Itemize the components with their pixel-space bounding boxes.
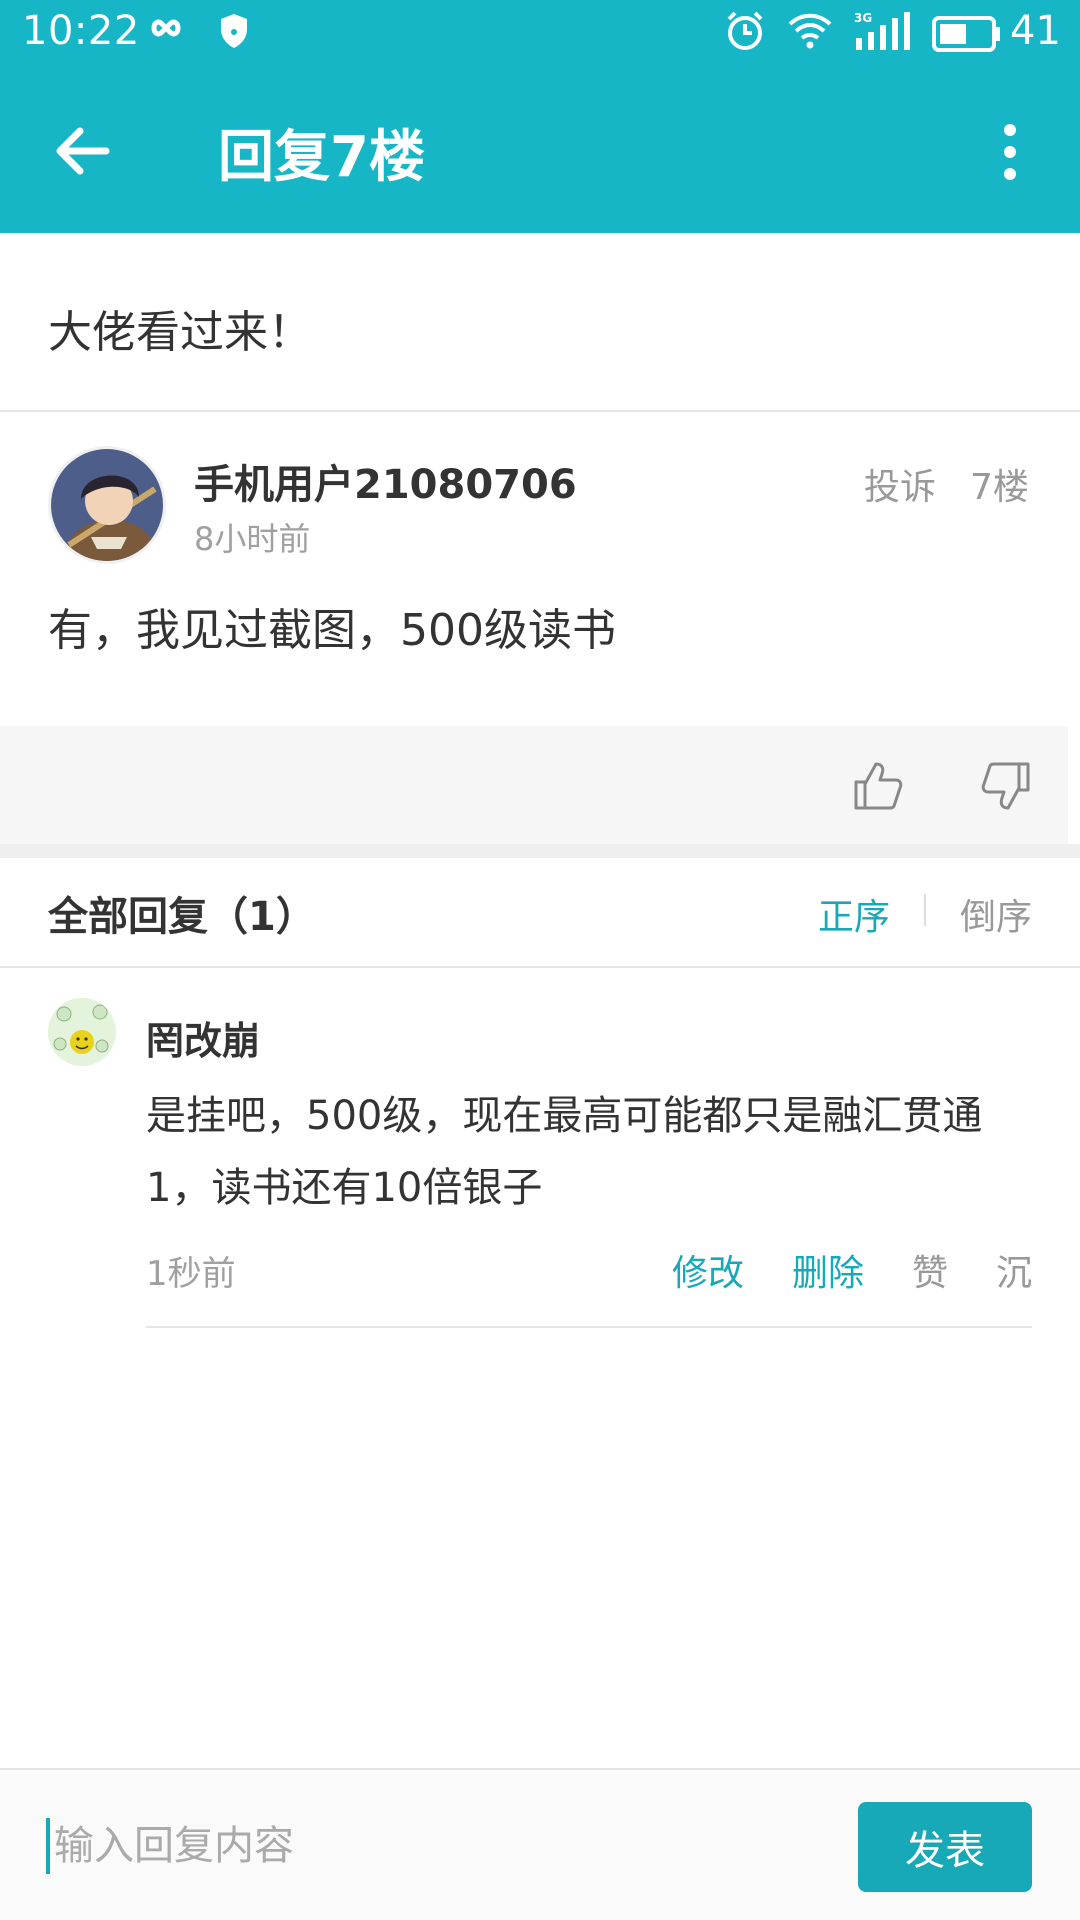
reply-input-bar: 发表 <box>0 1768 1080 1920</box>
app-bar: 回复7楼 <box>0 66 1080 233</box>
post-author-name[interactable]: 手机用户21080706 <box>194 452 577 510</box>
status-bar: 10:22 3G 41 <box>0 0 1080 66</box>
battery-icon <box>932 16 1002 56</box>
reply-sink-button[interactable]: 沉 <box>996 1244 1032 1296</box>
svg-text:3G: 3G <box>854 11 872 25</box>
post-action-bar <box>0 726 1068 844</box>
thumbs-up-icon <box>854 762 903 810</box>
alarm-icon <box>724 10 766 56</box>
send-button[interactable]: 发表 <box>858 1802 1032 1892</box>
arrow-left-icon <box>56 127 110 175</box>
status-time: 10:22 <box>22 8 140 54</box>
like-button[interactable] <box>852 760 904 816</box>
wifi-icon <box>786 12 834 54</box>
more-vertical-icon <box>1004 124 1016 180</box>
infinity-icon <box>146 12 196 48</box>
edit-button[interactable]: 修改 <box>672 1244 744 1296</box>
floor-number: 7楼 <box>970 467 1029 508</box>
sort-separator <box>924 894 926 926</box>
post-time: 8小时前 <box>194 520 311 558</box>
reply-content: 是挂吧，500级，现在最高可能都只是融汇贯通1，读书还有10倍银子 <box>146 1093 983 1211</box>
report-button[interactable]: 投诉 <box>864 458 936 510</box>
reply-author-name[interactable]: 罔改崩 <box>146 1010 260 1065</box>
shield-icon <box>218 12 250 54</box>
post-title: 大佬看过来！ <box>48 307 312 358</box>
divider <box>146 1326 1032 1328</box>
reply-time: 1秒前 <box>146 1254 236 1294</box>
replies-header: 全部回复（1） <box>48 894 316 940</box>
reply-avatar[interactable] <box>48 998 116 1066</box>
reply-input[interactable] <box>46 1818 806 1874</box>
divider <box>0 410 1080 412</box>
delete-button[interactable]: 删除 <box>792 1244 864 1296</box>
post-content: 有，我见过截图，500级读书 <box>48 605 616 656</box>
more-button[interactable] <box>980 118 1040 188</box>
sort-descending-tab[interactable]: 倒序 <box>960 888 1032 940</box>
dislike-button[interactable] <box>980 760 1032 816</box>
reply-like-button[interactable]: 赞 <box>912 1244 948 1296</box>
back-button[interactable] <box>40 106 130 196</box>
reply-avatar-image <box>48 998 116 1066</box>
thumbs-down-icon <box>981 762 1030 810</box>
page-title: 回复7楼 <box>218 125 425 190</box>
signal-3g-icon: 3G <box>852 10 914 58</box>
section-divider <box>0 844 1080 858</box>
sort-ascending-tab[interactable]: 正序 <box>818 888 890 940</box>
user-avatar-image <box>51 449 163 561</box>
divider <box>0 966 1080 968</box>
avatar[interactable] <box>48 446 166 564</box>
battery-level: 41 <box>1010 8 1061 54</box>
